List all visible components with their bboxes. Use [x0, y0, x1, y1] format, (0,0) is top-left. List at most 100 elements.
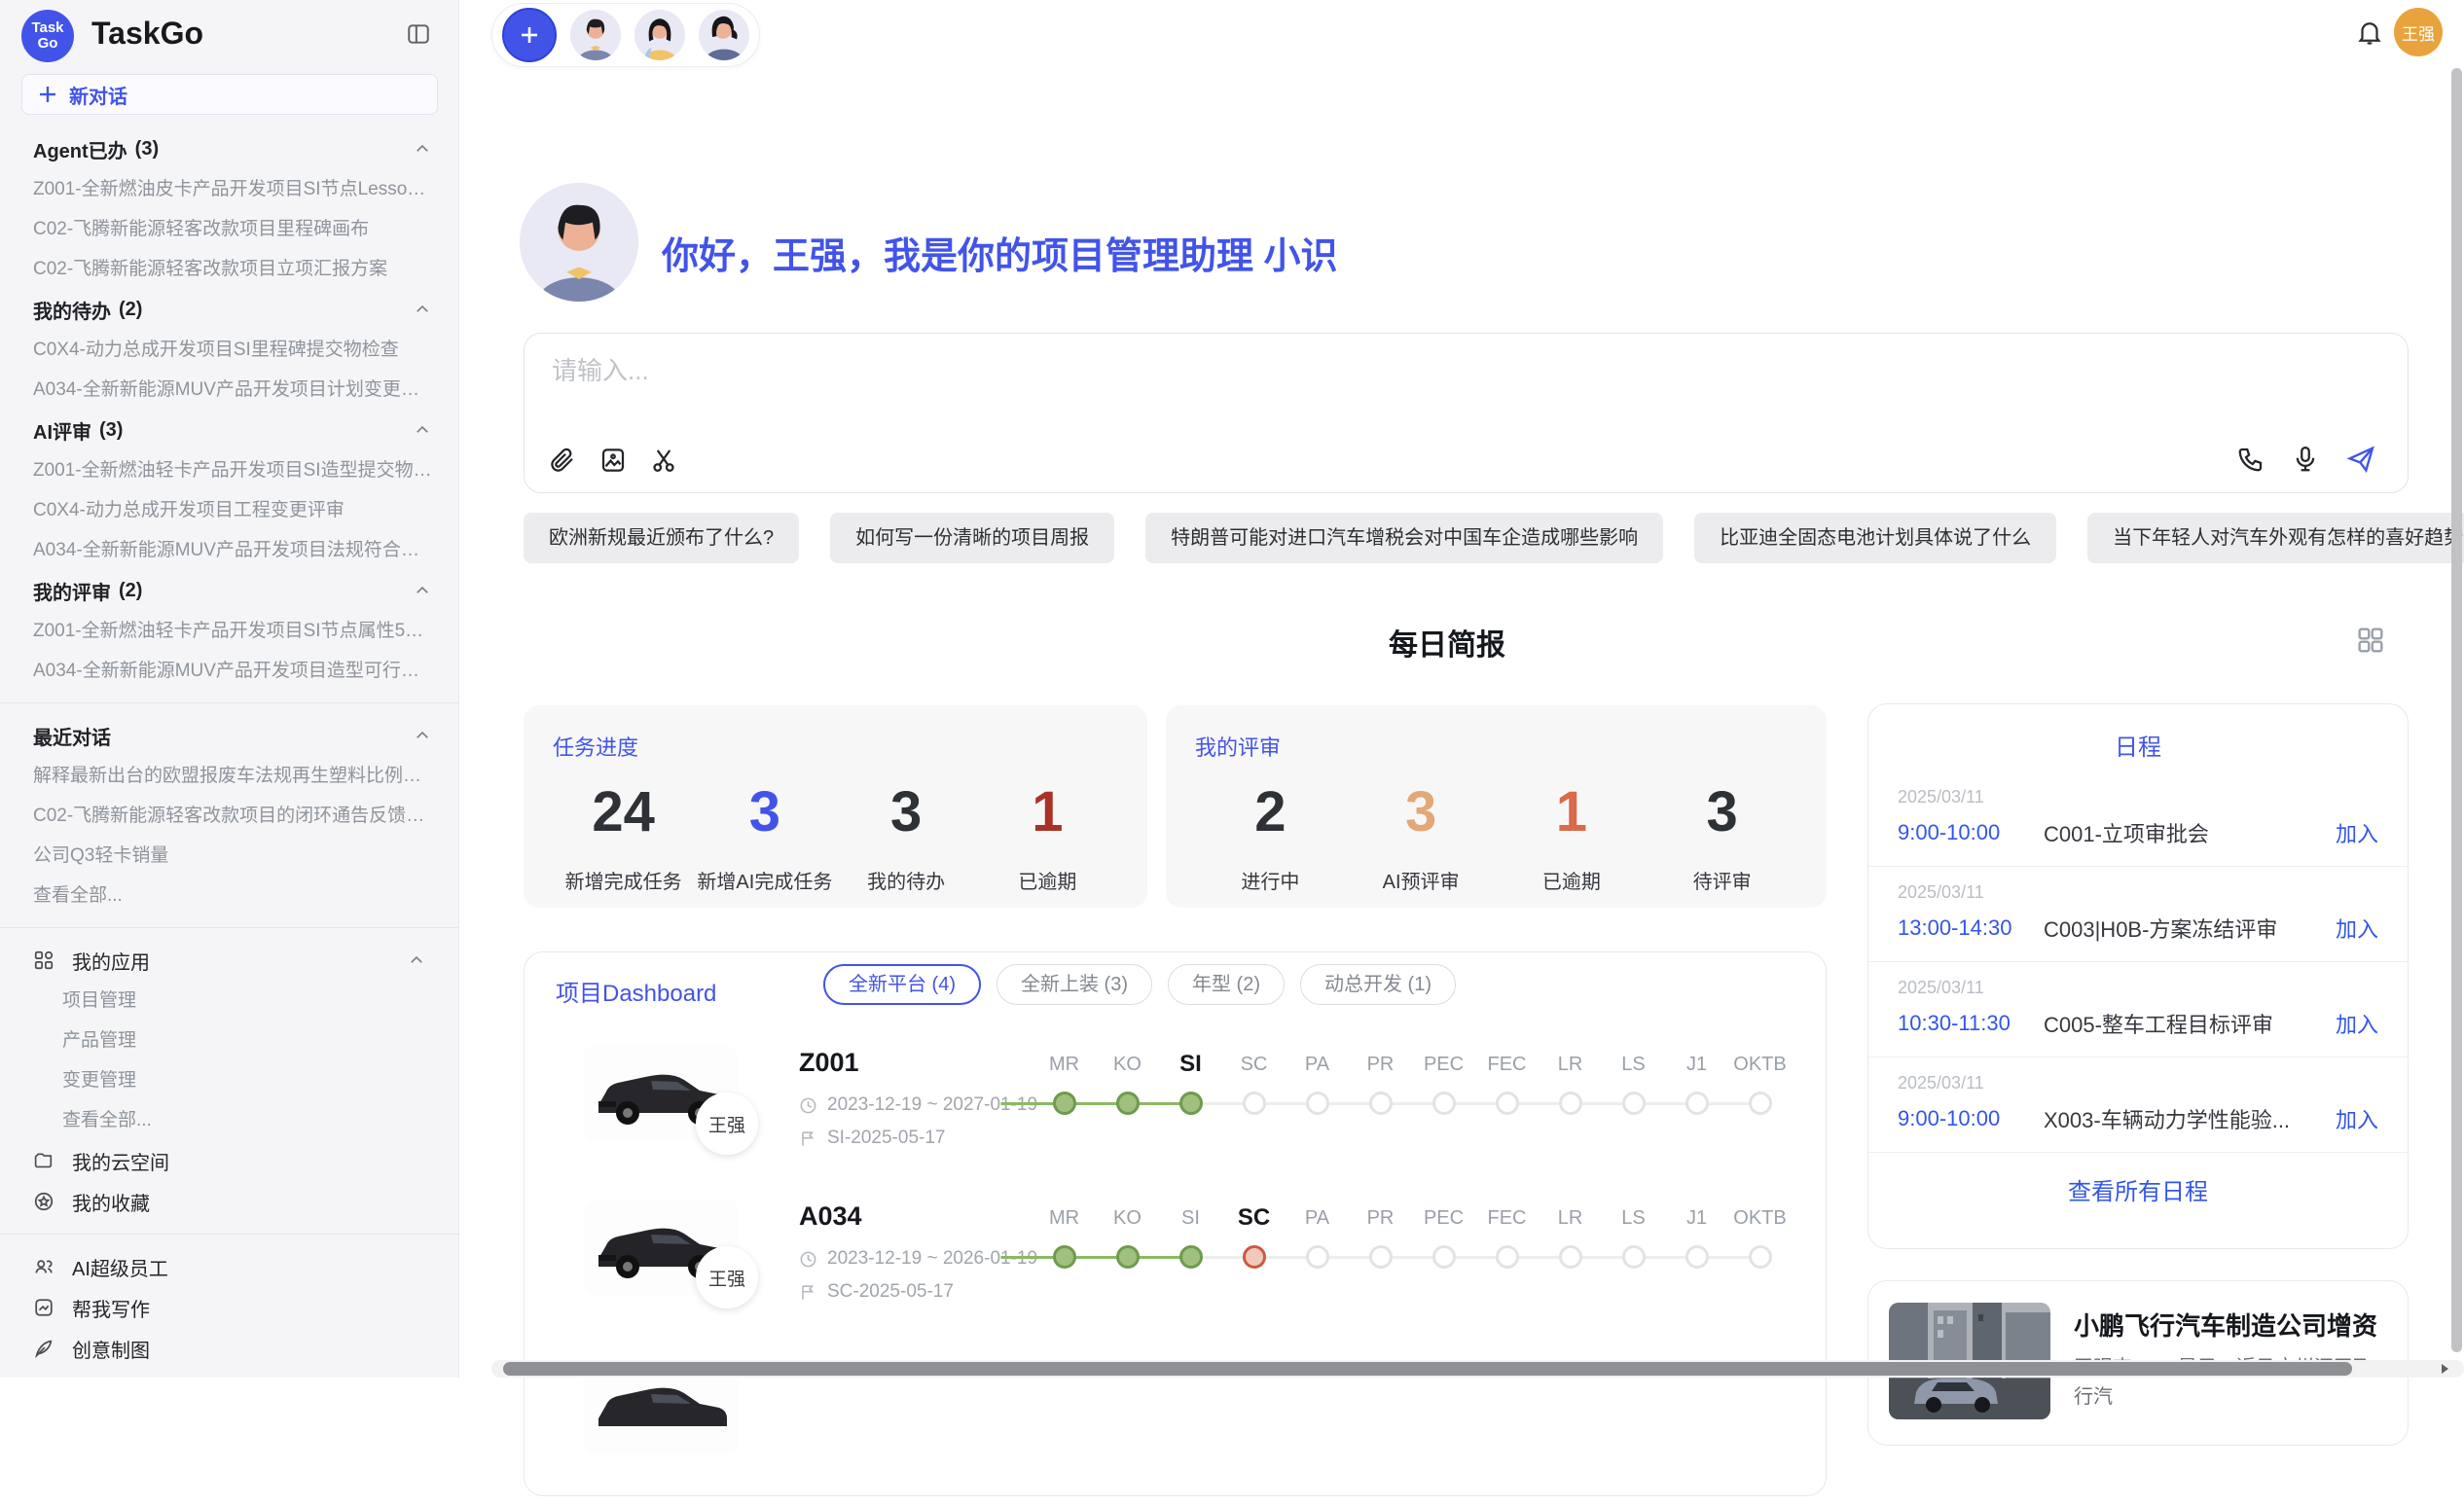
send-plane-icon[interactable]: [2345, 444, 2376, 475]
sidebar-task-item[interactable]: C02-飞腾新能源轻客改款项目里程碑画布: [0, 209, 458, 249]
milestone-dot: [1369, 1092, 1393, 1115]
chevron-up-icon[interactable]: [414, 582, 431, 599]
sidebar-task-item[interactable]: Z001-全新燃油皮卡产品开发项目SI节点Lesson Learn报告: [0, 169, 458, 209]
join-button[interactable]: 加入: [2336, 1103, 2378, 1134]
dashboard-tab[interactable]: 全新上装 (3): [996, 964, 1152, 1005]
suggestion-chip[interactable]: 欧洲新规最近颁布了什么?: [524, 513, 799, 563]
project-row[interactable]: 王强 Z001 2023-12-19 ~ 2027-01-19 SI-2025-…: [525, 1046, 1826, 1192]
schedule-view-all[interactable]: 查看所有日程: [1868, 1153, 2408, 1226]
milestone-label: OKTB: [1728, 1050, 1792, 1079]
logo-line2: Go: [38, 36, 58, 52]
sidebar-item-cloud-space[interactable]: 我的云空间: [0, 1140, 458, 1181]
join-button[interactable]: 加入: [2336, 817, 2378, 848]
recent-chat-item[interactable]: C02-飞腾新能源轻客改款项目的闭环通告反馈情况: [0, 796, 458, 836]
sidebar-task-item[interactable]: A034-全新新能源MUV产品开发项目计划变更表编写: [0, 370, 458, 410]
user-avatar[interactable]: 王强: [2394, 8, 2443, 56]
project-row[interactable]: 王强 A034 2023-12-19 ~ 2026-01-19 SC-2025-…: [525, 1200, 1826, 1345]
suggestion-chip[interactable]: 特朗普可能对进口汽车增税会对中国车企造成哪些影响: [1145, 513, 1663, 563]
paperclip-icon[interactable]: [548, 446, 577, 475]
sidebar-task-item[interactable]: A034-全新新能源MUV产品开发项目造型可行性评审: [0, 651, 458, 691]
chevron-up-icon[interactable]: [414, 421, 431, 439]
agent-avatar-2[interactable]: [634, 10, 685, 60]
layout-grid-icon[interactable]: [2355, 625, 2386, 656]
chevron-up-icon[interactable]: [414, 727, 431, 744]
dashboard-tab[interactable]: 动总开发 (1): [1300, 964, 1456, 1005]
logo-line1: Task: [31, 20, 63, 36]
section-title: 我的待办: [33, 296, 111, 324]
phone-icon[interactable]: [2236, 445, 2265, 474]
chevron-up-icon[interactable]: [414, 301, 431, 318]
notifications-bell-icon[interactable]: [2355, 18, 2384, 47]
dashboard-tab[interactable]: 全新平台 (4): [823, 964, 981, 1005]
join-button[interactable]: 加入: [2336, 913, 2378, 944]
project-dates-text: 2023-12-19 ~ 2026-01-19: [827, 1248, 1037, 1270]
milestone-label: SI: [1159, 1203, 1222, 1233]
app-link[interactable]: 变更管理: [62, 1060, 458, 1100]
sidebar-collapse-icon[interactable]: [406, 21, 431, 47]
sidebar-task-item[interactable]: C0X4-动力总成开发项目工程变更评审: [0, 490, 458, 530]
scissors-icon[interactable]: [649, 446, 678, 475]
schedule-entry: 2025/03/11 10:30-11:30 C005-整车工程目标评审 加入: [1868, 962, 2408, 1057]
recent-chat-item[interactable]: 公司Q3轻卡销量: [0, 836, 458, 876]
sidebar-section-my-review[interactable]: 我的评审 (2): [0, 570, 458, 611]
my-review-card: 我的评审 2 进行中 3 AI预评审 1 已逾期 3 待评审: [1166, 705, 1827, 908]
milestone-track: MR KO SI SC PA: [1033, 1203, 1792, 1269]
sidebar-item-my-apps[interactable]: 我的应用: [0, 940, 458, 981]
milestone-dot: [1749, 1245, 1772, 1269]
sidebar-task-item[interactable]: C02-飞腾新能源轻客改款项目立项汇报方案: [0, 249, 458, 289]
sidebar-task-item[interactable]: Z001-全新燃油轻卡产品开发项目SI节点属性5D文件评审: [0, 611, 458, 651]
app-link[interactable]: 项目管理: [62, 981, 458, 1021]
milestone-label: PA: [1286, 1203, 1349, 1233]
sidebar-section-agent-done[interactable]: Agent已办 (3): [0, 128, 458, 169]
mic-icon[interactable]: [2291, 445, 2320, 474]
add-agent-button[interactable]: [502, 8, 557, 62]
suggestion-chip[interactable]: 如何写一份清晰的项目周报: [830, 513, 1114, 563]
milestone-dot: [1685, 1245, 1709, 1269]
new-chat-button[interactable]: 新对话: [21, 74, 438, 115]
quick-access-bar: [491, 3, 760, 67]
sidebar-section-recent-chats[interactable]: 最近对话: [0, 715, 458, 756]
my-review-title: 我的评审: [1195, 731, 1797, 762]
stat: 3 待评审: [1647, 779, 1797, 894]
app-link[interactable]: 产品管理: [62, 1021, 458, 1060]
milestone-label: FEC: [1475, 1203, 1539, 1233]
sidebar-item-help-write[interactable]: 帮我写作: [0, 1287, 458, 1328]
section-count: (2): [119, 299, 142, 321]
vertical-scrollbar-thumb[interactable]: [2451, 68, 2462, 1352]
recent-chat-item[interactable]: 解释最新出台的欧盟报废车法规再生塑料比例被调至15%...: [0, 756, 458, 796]
daily-briefing-title: 每日简报: [459, 621, 2435, 663]
horizontal-scrollbar-thumb[interactable]: [503, 1362, 2352, 1376]
sidebar-item-creative-draw[interactable]: 创意制图: [0, 1328, 458, 1369]
apps-view-all[interactable]: 查看全部...: [62, 1100, 458, 1140]
sidebar-task-item[interactable]: A034-全新新能源MUV产品开发项目法规符合性评审: [0, 530, 458, 570]
milestone-track: MR KO SI SC PA: [1033, 1050, 1792, 1115]
arrow-right-icon[interactable]: [2439, 1363, 2450, 1375]
chevron-up-icon[interactable]: [408, 951, 425, 969]
recent-view-all[interactable]: 查看全部...: [0, 876, 458, 915]
sidebar-item-ai-staff[interactable]: AI超级员工: [0, 1246, 458, 1287]
chevron-up-icon[interactable]: [414, 140, 431, 158]
schedule-name: X003-车辆动力学性能验...: [2044, 1103, 2322, 1134]
suggestion-chip[interactable]: 当下年轻人对汽车外观有怎样的喜好趋势: [2087, 513, 2464, 563]
milestone-dot: [1243, 1245, 1266, 1269]
milestone-label: PEC: [1412, 1203, 1475, 1233]
agent-avatar-3[interactable]: [699, 10, 749, 60]
schedule-card: 日程 2025/03/11 9:00-10:00 C001-立项审批会 加入 2…: [1867, 703, 2409, 1249]
sidebar-task-item[interactable]: Z001-全新燃油轻卡产品开发项目SI造型提交物评审: [0, 450, 458, 490]
schedule-time: 10:30-11:30: [1898, 1011, 2044, 1036]
sidebar-section-ai-review[interactable]: AI评审 (3): [0, 410, 458, 450]
chat-input[interactable]: [550, 355, 2111, 387]
milestone-dot: [1306, 1092, 1329, 1115]
dashboard-tab[interactable]: 年型 (2): [1168, 964, 1285, 1005]
sidebar-item-favorites[interactable]: 我的收藏: [0, 1181, 458, 1222]
clock-icon: [799, 1096, 817, 1115]
horizontal-scrollbar[interactable]: [491, 1360, 2464, 1378]
plus-icon: [518, 23, 541, 47]
suggestion-chip[interactable]: 比亚迪全固态电池计划具体说了什么: [1694, 513, 2056, 563]
stat: 1 已逾期: [1497, 779, 1648, 894]
image-icon[interactable]: [598, 446, 628, 475]
sidebar-task-item[interactable]: C0X4-动力总成开发项目SI里程碑提交物检查: [0, 330, 458, 370]
agent-avatar-1[interactable]: [570, 10, 621, 60]
join-button[interactable]: 加入: [2336, 1008, 2378, 1039]
sidebar-section-my-todo[interactable]: 我的待办 (2): [0, 289, 458, 330]
